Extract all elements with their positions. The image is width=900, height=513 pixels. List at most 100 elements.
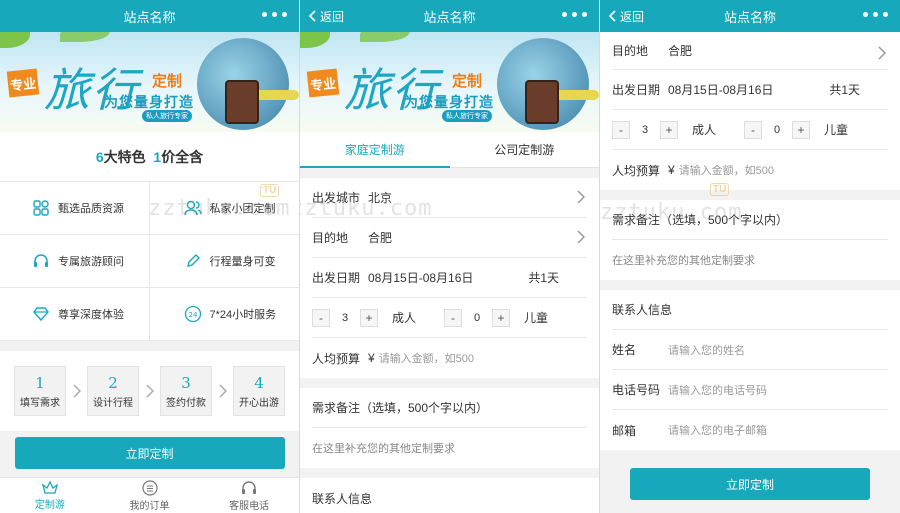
headset-icon	[32, 252, 50, 270]
date-value: 08月15日-08月16日	[668, 83, 774, 97]
phone-row: 电话号码 请输入您的电话号码	[612, 370, 888, 410]
page-title: 站点名称	[123, 9, 176, 25]
step-item: 3 签约付款	[160, 366, 212, 416]
suitcase-illustration	[525, 80, 559, 124]
nav-bar: 返回 站点名称	[300, 0, 599, 32]
tab-company-tour[interactable]: 公司定制游	[450, 132, 600, 167]
trip-section: 出发城市 北京 目的地 合肥 出发日期 08月15日-08月16日 共1天 - …	[300, 178, 599, 378]
banner-tag: 专业	[6, 68, 40, 98]
plus-button[interactable]: +	[360, 308, 378, 327]
tab-custom-tour[interactable]: 定制游	[0, 478, 100, 513]
adults-count[interactable]: 3	[330, 312, 360, 324]
chevron-left-icon	[608, 10, 616, 22]
diamond-icon	[32, 305, 50, 323]
depart-city-value: 北京	[368, 191, 393, 205]
users-icon	[183, 199, 202, 217]
budget-input[interactable]: 请输入金额，如500	[679, 162, 774, 178]
tab-my-orders[interactable]: 我的订单	[100, 478, 200, 513]
banner-image: 专业 旅行 定制 为您量身打造 私人旅行专家	[300, 32, 599, 132]
tab-customer-service[interactable]: 客服电话	[199, 478, 299, 513]
screen-form-top: 返回 站点名称 专业 旅行 定制 为您量身打造 私人旅行专家 家庭定制游 公司定…	[300, 0, 600, 513]
notes-input[interactable]: 在这里补充您的其他定制要求	[612, 252, 755, 268]
banner-slogan: 为您量身打造	[404, 94, 494, 110]
svg-text:24: 24	[188, 311, 197, 319]
step-item: 1 填写需求	[14, 366, 66, 416]
date-row[interactable]: 出发日期 08月15日-08月16日 共1天	[312, 258, 587, 298]
total-days: 共1天	[829, 83, 860, 97]
children-stepper: - 0 +	[744, 120, 811, 139]
plus-button[interactable]: +	[660, 120, 678, 139]
back-button[interactable]: 返回	[608, 0, 644, 32]
plus-button[interactable]: +	[492, 308, 511, 327]
step-item: 2 设计行程	[87, 366, 139, 416]
travelers-row: - 3 + 成人 - 0 + 儿童	[612, 110, 888, 150]
chevron-right-icon	[139, 384, 160, 398]
name-input[interactable]: 请输入您的姓名	[668, 342, 745, 358]
headset-icon	[242, 480, 257, 494]
step-item: 4 开心出游	[233, 366, 285, 416]
minus-button[interactable]: -	[612, 120, 630, 139]
grid-icon	[32, 199, 50, 217]
page-title: 站点名称	[423, 9, 476, 25]
watermark-badge: TU	[710, 183, 730, 196]
destination-row[interactable]: 目的地 合肥	[312, 218, 587, 258]
feature-item: 甄选品质资源	[0, 182, 150, 235]
children-count[interactable]: 0	[462, 312, 492, 324]
banner-pill: 私人旅行专家	[442, 110, 492, 122]
destination-row[interactable]: 目的地 合肥	[612, 32, 888, 70]
notes-label-row: 需求备注（选填，500个字以内）	[312, 388, 587, 428]
contact-heading-row: 联系人信息	[312, 478, 587, 513]
nav-bar: 返回 站点名称	[600, 0, 900, 32]
banner-image: 专业 旅行 定制 为您量身打造 私人旅行专家	[0, 32, 299, 132]
contact-heading: 联系人信息	[312, 491, 373, 506]
destination-value: 合肥	[668, 44, 693, 58]
minus-button[interactable]: -	[444, 308, 463, 327]
adults-count[interactable]: 3	[630, 124, 660, 136]
total-days: 共1天	[528, 271, 559, 285]
more-icon[interactable]	[863, 12, 888, 17]
banner-tag: 专业	[306, 68, 340, 98]
bottom-tab-bar: 定制游 我的订单 客服电话	[0, 477, 299, 513]
tour-type-tabs: 家庭定制游 公司定制游	[300, 132, 599, 168]
feature-item: 行程量身可变	[149, 235, 299, 288]
chevron-left-icon	[308, 10, 316, 22]
destination-value: 合肥	[368, 231, 393, 245]
notes-input[interactable]: 在这里补充您的其他定制要求	[312, 440, 455, 456]
customize-now-button[interactable]: 立即定制	[14, 437, 285, 469]
phone-input[interactable]: 请输入您的电话号码	[668, 382, 767, 398]
suitcase-illustration	[225, 80, 259, 124]
children-count[interactable]: 0	[762, 124, 792, 136]
adults-stepper: - 3 +	[312, 308, 378, 327]
travelers-row: - 3 + 成人 - 0 + 儿童	[312, 298, 587, 338]
email-input[interactable]: 请输入您的电子邮箱	[668, 422, 767, 438]
notes-input-row[interactable]: 在这里补充您的其他定制要求	[312, 428, 587, 468]
back-button[interactable]: 返回	[308, 0, 344, 32]
minus-button[interactable]: -	[312, 308, 330, 327]
customize-now-button[interactable]: 立即定制	[630, 468, 870, 500]
notes-section: 需求备注（选填，500个字以内） 在这里补充您的其他定制要求	[300, 388, 599, 468]
list-icon	[141, 479, 158, 496]
more-icon[interactable]	[262, 12, 287, 17]
budget-input[interactable]: 请输入金额，如500	[379, 350, 474, 366]
minus-button[interactable]: -	[744, 120, 763, 139]
pencil-icon	[184, 252, 202, 270]
tab-family-tour[interactable]: 家庭定制游	[300, 132, 450, 168]
children-stepper: - 0 +	[444, 308, 511, 327]
contact-heading: 联系人信息	[612, 303, 673, 317]
date-row[interactable]: 出发日期 08月15日-08月16日 共1天	[612, 70, 888, 110]
notes-input-row[interactable]: 在这里补充您的其他定制要求	[612, 240, 888, 280]
features-grid: 甄选品质资源 私家小团定制 专属旅游顾问 行程量身可变 尊享深度体验 24 7*…	[0, 182, 299, 341]
feature-item: 尊享深度体验	[0, 288, 150, 341]
chevron-right-icon	[66, 384, 87, 398]
plus-button[interactable]: +	[792, 120, 811, 139]
features-heading: 6 大特色 1 价全含	[0, 132, 299, 182]
more-icon[interactable]	[562, 12, 587, 17]
contact-section: 联系人信息 姓名 请输入您的姓名 电话号码 请输入您的电话号码 邮箱 请输入您的…	[600, 290, 900, 450]
notes-section: 需求备注（选填，500个字以内） 在这里补充您的其他定制要求	[600, 200, 900, 280]
budget-row: 人均预算 ¥ 请输入金额，如500	[312, 350, 475, 366]
watermark-badge: TU	[260, 184, 280, 197]
feature-item: 专属旅游顾问	[0, 235, 150, 288]
nav-bar: 站点名称	[0, 0, 299, 32]
banner-slogan: 为您量身打造	[104, 94, 194, 110]
depart-city-row[interactable]: 出发城市 北京	[312, 178, 587, 218]
